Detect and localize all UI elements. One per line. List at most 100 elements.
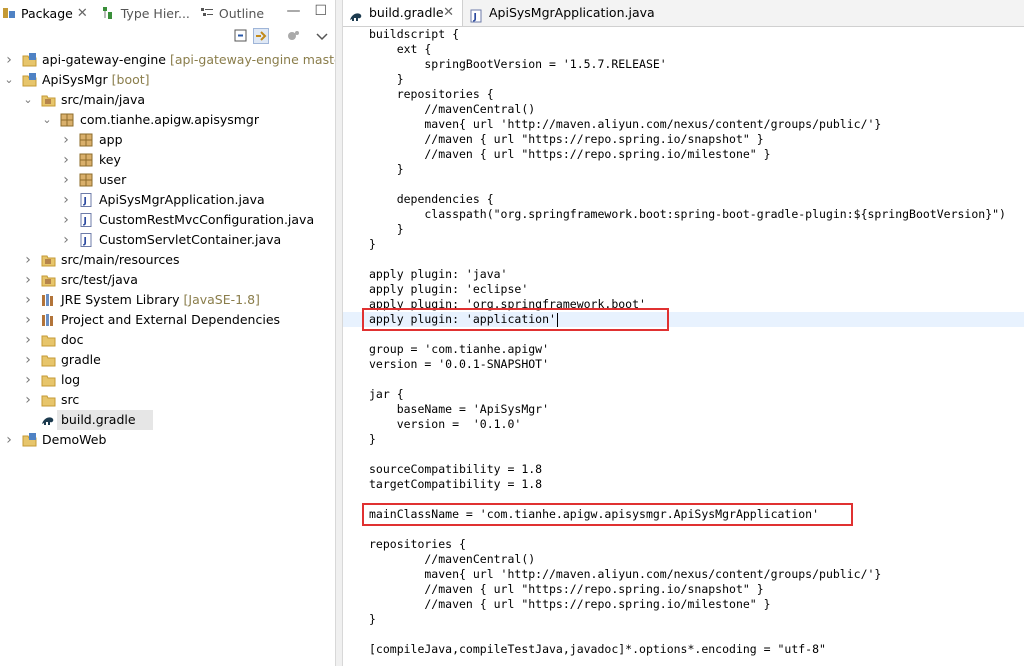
- tree-item[interactable]: › J CustomServletContainer.java: [0, 230, 335, 250]
- tab-apisysmgr-application-label: ApiSysMgrApplication.java: [489, 5, 655, 20]
- java-file-icon: J: [79, 213, 94, 227]
- tree-item-label: CustomRestMvcConfiguration.java: [99, 212, 315, 227]
- expand-arrow-icon[interactable]: ›: [23, 390, 33, 410]
- code-line: dependencies {: [369, 192, 494, 206]
- collapse-arrow-icon[interactable]: ⌄: [4, 70, 14, 90]
- close-icon[interactable]: ✕: [77, 6, 88, 21]
- tree-item[interactable]: › src: [0, 390, 335, 410]
- expand-arrow-icon[interactable]: ›: [23, 310, 33, 330]
- tree-item[interactable]: › src/main/resources: [0, 250, 335, 270]
- tree-item[interactable]: › J ApiSysMgrApplication.java: [0, 190, 335, 210]
- expand-arrow-icon[interactable]: ›: [61, 150, 71, 170]
- expand-arrow-icon[interactable]: ›: [23, 290, 33, 310]
- editor-tab-bar: build.gradle ✕ J ApiSysMgrApplication.ja…: [343, 0, 1024, 27]
- folder-icon: [41, 353, 56, 367]
- collapse-all-icon[interactable]: [233, 28, 249, 44]
- collapse-arrow-icon[interactable]: ⌄: [23, 90, 33, 110]
- tab-outline[interactable]: Outline: [198, 0, 268, 26]
- tab-type-hierarchy[interactable]: Type Hier...: [100, 0, 194, 26]
- tree-item-label: src: [61, 392, 80, 407]
- maximize-icon[interactable]: ☐: [314, 3, 327, 19]
- link-with-editor-icon[interactable]: [253, 28, 269, 44]
- tab-package-label: Package: [21, 5, 73, 21]
- source-folder-icon: [41, 93, 56, 107]
- expand-arrow-icon[interactable]: ›: [61, 130, 71, 150]
- svg-text:J: J: [83, 217, 87, 227]
- tree-item[interactable]: › Project and External Dependencies: [0, 310, 335, 330]
- expand-arrow-icon[interactable]: ›: [23, 330, 33, 350]
- minimize-icon[interactable]: —: [286, 3, 300, 19]
- package-icon: [79, 133, 94, 147]
- svg-text:J: J: [83, 197, 87, 207]
- tree-item[interactable]: › JRE System Library [JavaSE-1.8]: [0, 290, 335, 310]
- expand-arrow-icon[interactable]: ›: [4, 430, 14, 450]
- code-line: repositories {: [369, 87, 494, 101]
- source-folder-icon: [41, 273, 56, 287]
- java-file-icon: J: [79, 233, 94, 247]
- pane-divider[interactable]: [335, 0, 343, 666]
- tree-item[interactable]: › doc: [0, 330, 335, 350]
- tree-item-label: CustomServletContainer.java: [99, 232, 282, 247]
- tree-item[interactable]: › key: [0, 150, 335, 170]
- tree-item-decoration: [boot]: [107, 72, 150, 87]
- focus-icon[interactable]: [286, 28, 302, 44]
- package-icon: [79, 153, 94, 167]
- tree-item-label: log: [61, 372, 81, 387]
- gradle-icon: [41, 413, 56, 427]
- tree-item[interactable]: › src/test/java: [0, 270, 335, 290]
- folder-icon: [41, 373, 56, 387]
- tree-item-decoration: [JavaSE-1.8]: [179, 292, 260, 307]
- tree-item[interactable]: › DemoWeb: [0, 430, 335, 450]
- tree-item[interactable]: build.gradle: [42, 410, 153, 430]
- expand-arrow-icon[interactable]: ›: [4, 50, 14, 70]
- tree-item[interactable]: › log: [0, 370, 335, 390]
- code-line: }: [369, 72, 404, 86]
- tree-item-label: build.gradle: [61, 412, 136, 427]
- code-line: apply plugin: 'eclipse': [369, 282, 529, 296]
- expand-arrow-icon[interactable]: ›: [23, 270, 33, 290]
- project-icon: [22, 433, 37, 447]
- java-file-icon: J: [79, 193, 94, 207]
- left-tab-bar: Package ✕ Type Hier... Outline — ☐: [0, 0, 335, 26]
- package-icon: [60, 113, 75, 127]
- tree-item-label: src/main/resources: [61, 252, 180, 267]
- tab-apisysmgr-application[interactable]: J ApiSysMgrApplication.java: [463, 0, 655, 26]
- expand-arrow-icon[interactable]: ›: [61, 170, 71, 190]
- expand-arrow-icon[interactable]: ›: [61, 210, 71, 230]
- tree-item-label: src/test/java: [61, 272, 138, 287]
- code-line: }: [369, 162, 404, 176]
- tree-item[interactable]: ⌄ src/main/java: [0, 90, 335, 110]
- code-line: [compileJava,compileTestJava,javadoc]*.o…: [369, 642, 826, 656]
- tree-item-label: ApiSysMgr [boot]: [42, 72, 150, 87]
- tree-item-label: Project and External Dependencies: [61, 312, 281, 327]
- expand-arrow-icon[interactable]: ›: [61, 190, 71, 210]
- highlight-box-main-class-name: [362, 503, 853, 526]
- close-icon[interactable]: ✕: [443, 0, 454, 26]
- code-line: classpath("org.springframework.boot:spri…: [369, 207, 1006, 221]
- tab-package-explorer[interactable]: Package ✕: [0, 0, 92, 26]
- library-icon: [41, 293, 56, 307]
- expand-arrow-icon[interactable]: ›: [23, 370, 33, 390]
- view-menu-icon[interactable]: [314, 28, 330, 44]
- tree-item[interactable]: › gradle: [0, 350, 335, 370]
- code-line: baseName = 'ApiSysMgr': [369, 402, 550, 416]
- tree-item-decoration: [api-gateway-engine master]: [165, 52, 352, 67]
- tree-item[interactable]: ⌄ com.tianhe.apigw.apisysmgr: [0, 110, 335, 130]
- expand-arrow-icon[interactable]: ›: [23, 350, 33, 370]
- tab-type-hierarchy-label: Type Hier...: [120, 5, 190, 21]
- expand-arrow-icon[interactable]: ›: [61, 230, 71, 250]
- gradle-icon: [349, 6, 363, 21]
- folder-icon: [41, 333, 56, 347]
- tree-item[interactable]: › user: [0, 170, 335, 190]
- tree-item[interactable]: ⌄ ApiSysMgr [boot]: [0, 70, 335, 90]
- collapse-arrow-icon[interactable]: ⌄: [42, 110, 52, 130]
- expand-arrow-icon[interactable]: ›: [23, 250, 33, 270]
- code-line: apply plugin: 'java': [369, 267, 508, 281]
- tree-item[interactable]: › api-gateway-engine [api-gateway-engine …: [0, 50, 352, 70]
- tree-item[interactable]: › J CustomRestMvcConfiguration.java: [0, 210, 335, 230]
- tab-build-gradle[interactable]: build.gradle ✕: [343, 0, 463, 26]
- code-line: group = 'com.tianhe.apigw': [369, 342, 550, 356]
- tree-item-label: JRE System Library [JavaSE-1.8]: [61, 292, 260, 307]
- tree-item[interactable]: › app: [0, 130, 335, 150]
- highlight-box-apply-application: [362, 308, 669, 331]
